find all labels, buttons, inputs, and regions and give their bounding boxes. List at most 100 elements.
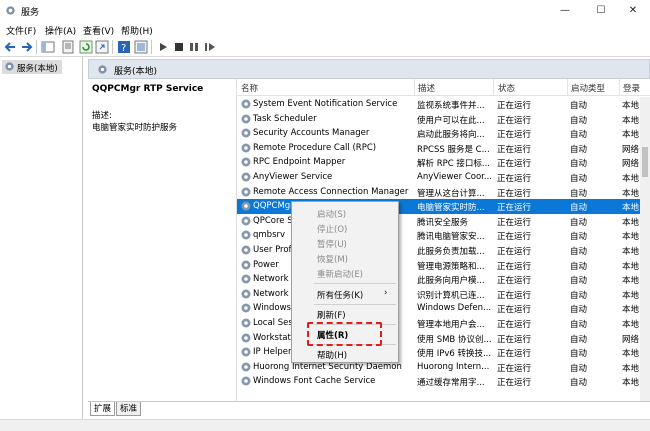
properties-highlight-box bbox=[307, 322, 382, 346]
table-row[interactable]: AnyViewer Service AnyViewer Coor... 正在运行 自动… bbox=[237, 170, 642, 185]
minimize-button[interactable]: — bbox=[548, 0, 582, 22]
menu-help[interactable]: 帮助(H) bbox=[121, 24, 153, 37]
gear-icon bbox=[241, 230, 251, 240]
service-status: 正在运行 bbox=[497, 320, 532, 330]
menu-item-help[interactable]: 帮助(H) bbox=[317, 349, 347, 361]
service-status: 正在运行 bbox=[497, 174, 532, 184]
selected-service-name: QQPCMgr RTP Service bbox=[92, 84, 204, 94]
menu-item-stop[interactable]: 停止(O) bbox=[317, 223, 347, 235]
service-status: 正在运行 bbox=[497, 261, 532, 272]
table-row[interactable]: Security Accounts Manager 启动此服务将向... 正在运行 自… bbox=[237, 126, 642, 141]
tab-standard[interactable]: 标准 bbox=[116, 402, 142, 416]
gear-icon bbox=[5, 62, 14, 71]
menu-item-pause[interactable]: 暂停(U) bbox=[317, 238, 347, 250]
service-description: 电脑管家实时防... bbox=[417, 203, 485, 214]
gear-icon bbox=[241, 114, 251, 124]
description-label: 描述: bbox=[92, 111, 112, 121]
maximize-button[interactable]: ☐ bbox=[584, 0, 618, 22]
menu-item-all-tasks[interactable]: 所有任务(K) bbox=[317, 289, 363, 301]
service-startup-type: 自动 bbox=[570, 349, 588, 360]
service-description: 腾讯电脑管家安... bbox=[417, 232, 485, 243]
table-row[interactable]: Task Scheduler 使用户可以在此... 正在运行 自动 本地 bbox=[237, 112, 642, 127]
help-icon[interactable]: ? bbox=[117, 40, 131, 54]
service-startup-type: 自动 bbox=[570, 378, 588, 389]
gear-icon bbox=[241, 289, 251, 299]
service-description: 此服务负责加载... bbox=[417, 247, 485, 257]
service-startup-type: 自动 bbox=[570, 276, 588, 287]
service-description-panel: QQPCMgr RTP Service 描述: 电脑管家实时防护服务 bbox=[88, 79, 233, 409]
service-status: 正在运行 bbox=[497, 115, 532, 126]
refresh-icon[interactable] bbox=[79, 40, 93, 54]
menu-separator bbox=[314, 304, 396, 305]
column-header-startup-type[interactable]: 启动类型 bbox=[571, 82, 605, 94]
service-description: 通过缓存常用字... bbox=[417, 378, 485, 389]
export-list-icon[interactable] bbox=[95, 40, 109, 54]
service-startup-type: 自动 bbox=[570, 174, 588, 184]
forward-arrow-icon[interactable] bbox=[19, 40, 33, 54]
service-status: 正在运行 bbox=[497, 305, 532, 316]
menu-action[interactable]: 操作(A) bbox=[45, 24, 76, 37]
tree-node-services-local[interactable]: 服务(本地) bbox=[2, 60, 62, 74]
service-status: 正在运行 bbox=[497, 334, 532, 345]
menu-file[interactable]: 文件(F) bbox=[6, 24, 36, 37]
service-name: System Event Notification Service bbox=[253, 99, 398, 109]
restart-service-icon[interactable] bbox=[203, 40, 217, 54]
gear-icon bbox=[241, 303, 251, 313]
start-service-icon[interactable] bbox=[156, 40, 170, 54]
menu-item-resume[interactable]: 恢复(M) bbox=[317, 253, 348, 265]
table-row[interactable]: Windows Font Cache Service 通过缓存常用字... 正在运行… bbox=[237, 374, 642, 389]
service-startup-type: 自动 bbox=[570, 159, 588, 170]
column-header-description[interactable]: 描述 bbox=[418, 82, 435, 94]
table-row[interactable]: Remote Procedure Call (RPC) RPCSS 服务是 C..… bbox=[237, 141, 642, 156]
service-startup-type: 自动 bbox=[570, 144, 588, 155]
service-startup-type: 自动 bbox=[570, 247, 588, 257]
gear-icon bbox=[241, 245, 251, 255]
vertical-scroll-thumb[interactable] bbox=[642, 147, 648, 177]
svg-text:?: ? bbox=[121, 43, 126, 54]
vertical-scrollbar[interactable] bbox=[640, 97, 650, 409]
service-name: Task Scheduler bbox=[253, 113, 317, 124]
service-name: Remote Access Connection Manager bbox=[253, 186, 409, 197]
close-button[interactable]: ✕ bbox=[616, 0, 650, 22]
column-header-status[interactable]: 状态 bbox=[498, 82, 515, 94]
menu-item-restart[interactable]: 重新启动(E) bbox=[317, 268, 363, 280]
service-name: AnyViewer Service bbox=[253, 172, 333, 182]
menu-item-start[interactable]: 启动(S) bbox=[317, 208, 346, 220]
column-header-row: 名称 描述 状态 启动类型 登录 bbox=[237, 79, 650, 96]
service-description: 识别计算机已连... bbox=[417, 290, 485, 301]
gear-icon bbox=[241, 157, 251, 167]
view-icon[interactable] bbox=[134, 40, 148, 54]
view-tabs: 扩展 标准 bbox=[88, 401, 650, 419]
service-description: AnyViewer Coor... bbox=[417, 172, 491, 182]
properties-sheet-icon[interactable] bbox=[61, 40, 75, 54]
service-status: 正在运行 bbox=[497, 217, 532, 228]
service-status: 正在运行 bbox=[497, 159, 532, 170]
service-description: 管理从这台计算... bbox=[417, 188, 485, 199]
menu-item-refresh[interactable]: 刷新(F) bbox=[317, 309, 346, 321]
service-startup-type: 自动 bbox=[570, 130, 588, 141]
toolbar-separator bbox=[36, 40, 37, 54]
service-name: Windows Font Cache Service bbox=[253, 376, 376, 387]
service-description: 此服务向用户模... bbox=[417, 276, 485, 287]
table-row[interactable]: Remote Access Connection Manager 管理从这台计算.… bbox=[237, 185, 642, 200]
column-header-name[interactable]: 名称 bbox=[241, 82, 258, 94]
menu-bar: 文件(F) 操作(A) 查看(V) 帮助(H) bbox=[0, 22, 650, 37]
pause-service-icon[interactable] bbox=[187, 40, 201, 54]
menu-view[interactable]: 查看(V) bbox=[83, 24, 114, 37]
back-arrow-icon[interactable] bbox=[4, 40, 18, 54]
gear-icon bbox=[98, 65, 107, 74]
table-row[interactable]: RPC Endpoint Mapper 解析 RPC 接口标... 正在运行 自动 网络 bbox=[237, 155, 642, 170]
gear-icon bbox=[241, 216, 251, 226]
stop-service-icon[interactable] bbox=[172, 40, 186, 54]
window-title: 服务 bbox=[21, 8, 40, 18]
tab-extended[interactable]: 扩展 bbox=[90, 402, 116, 416]
gear-icon bbox=[241, 187, 251, 197]
table-row[interactable]: System Event Notification Service 监视系统事件并… bbox=[237, 97, 642, 112]
service-status: 正在运行 bbox=[497, 378, 532, 389]
service-description: 解析 RPC 接口标... bbox=[417, 159, 490, 170]
console-tree-icon[interactable] bbox=[41, 40, 55, 54]
service-description: Huorong Intern... bbox=[417, 361, 490, 372]
status-bar bbox=[0, 419, 650, 431]
column-header-logon[interactable]: 登录 bbox=[623, 82, 640, 94]
gear-icon bbox=[241, 376, 251, 386]
